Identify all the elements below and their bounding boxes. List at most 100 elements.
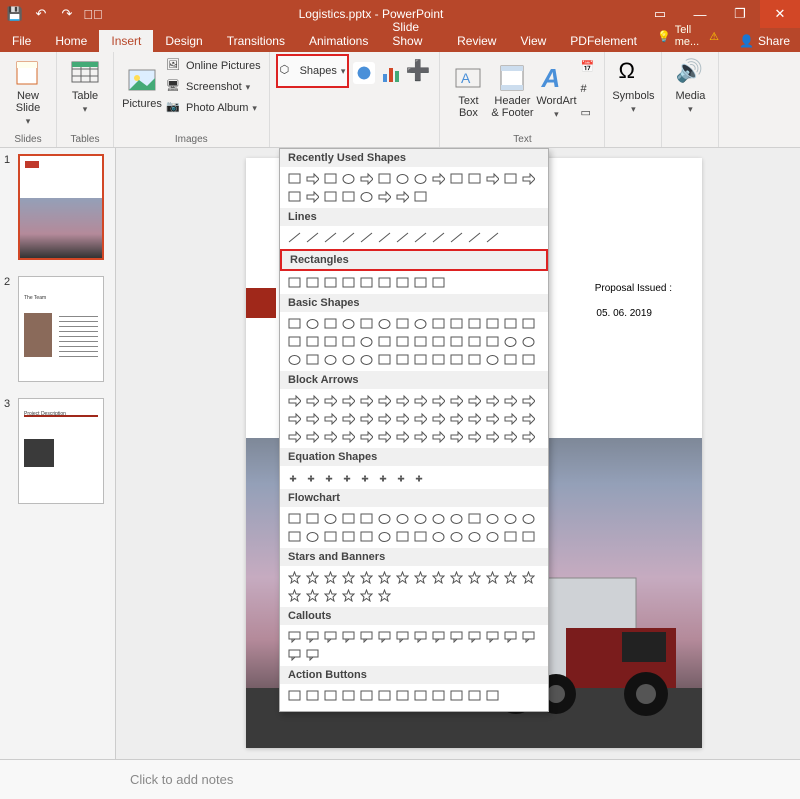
shape-item[interactable] xyxy=(322,392,339,409)
shape-item[interactable] xyxy=(412,687,429,704)
shape-item[interactable] xyxy=(448,315,465,332)
shape-item[interactable] xyxy=(430,392,447,409)
media-button[interactable]: 🔊Media▾ xyxy=(668,54,712,115)
smartart-button[interactable] xyxy=(351,54,377,88)
shape-item[interactable] xyxy=(502,428,519,445)
tab-animations[interactable]: Animations xyxy=(297,30,380,52)
shape-item[interactable] xyxy=(322,587,339,604)
shape-item[interactable] xyxy=(484,528,501,545)
shape-item[interactable] xyxy=(448,392,465,409)
shape-item[interactable] xyxy=(286,569,303,586)
shape-item[interactable]: ÷ xyxy=(286,469,303,486)
shape-item[interactable] xyxy=(394,410,411,427)
shape-item[interactable] xyxy=(484,351,501,368)
shape-item[interactable] xyxy=(286,646,303,663)
shape-item[interactable] xyxy=(304,392,321,409)
shape-item[interactable] xyxy=(412,569,429,586)
shape-item[interactable] xyxy=(340,351,357,368)
shape-item[interactable] xyxy=(394,229,411,246)
shape-item[interactable] xyxy=(358,687,375,704)
shape-item[interactable] xyxy=(358,428,375,445)
shape-item[interactable] xyxy=(430,333,447,350)
shape-item[interactable] xyxy=(376,170,393,187)
shape-item[interactable] xyxy=(412,351,429,368)
shape-item[interactable] xyxy=(466,687,483,704)
text-box-button[interactable]: AText Box xyxy=(446,54,490,124)
shape-item[interactable] xyxy=(502,628,519,645)
tab-review[interactable]: Review xyxy=(445,30,508,52)
shape-item[interactable] xyxy=(340,170,357,187)
shape-item[interactable] xyxy=(376,410,393,427)
shape-item[interactable] xyxy=(322,351,339,368)
shape-item[interactable] xyxy=(484,315,501,332)
tab-insert[interactable]: Insert xyxy=(99,30,153,52)
shape-item[interactable] xyxy=(340,510,357,527)
shape-item[interactable] xyxy=(502,351,519,368)
shape-item[interactable] xyxy=(376,428,393,445)
thumbnail-slide-2[interactable]: 2 The Team xyxy=(4,276,111,382)
start-from-beginning-icon[interactable]: ▷⃞ xyxy=(84,5,102,23)
tell-me-search[interactable]: 💡Tell me...⚠ xyxy=(649,20,733,52)
shape-item[interactable] xyxy=(394,510,411,527)
shape-item[interactable] xyxy=(448,229,465,246)
table-button[interactable]: Table ▾ xyxy=(63,54,107,115)
shape-item[interactable] xyxy=(286,315,303,332)
shape-item[interactable] xyxy=(376,569,393,586)
shape-item[interactable] xyxy=(358,587,375,604)
shape-item[interactable] xyxy=(502,528,519,545)
share-button[interactable]: 👤Share xyxy=(733,30,800,52)
shape-item[interactable] xyxy=(376,351,393,368)
shape-item[interactable] xyxy=(286,188,303,205)
shape-item[interactable] xyxy=(520,510,537,527)
shape-item[interactable] xyxy=(520,315,537,332)
wordart-button[interactable]: AWordArt▾ xyxy=(534,54,578,124)
shape-item[interactable] xyxy=(466,528,483,545)
shape-item[interactable] xyxy=(394,569,411,586)
shape-item[interactable] xyxy=(304,274,321,291)
undo-icon[interactable]: ↶ xyxy=(32,5,50,23)
shape-item[interactable] xyxy=(358,569,375,586)
shape-item[interactable] xyxy=(304,569,321,586)
screenshot-button[interactable]: 🖥Screenshot▾ xyxy=(164,77,263,97)
shape-item[interactable] xyxy=(430,274,447,291)
shape-item[interactable] xyxy=(358,510,375,527)
slide-canvas[interactable]: Proposal Issued : 05. 06. 2019 Recently … xyxy=(116,148,800,759)
shape-item[interactable] xyxy=(304,351,321,368)
shape-item[interactable] xyxy=(430,351,447,368)
shape-item[interactable] xyxy=(358,274,375,291)
redo-icon[interactable]: ↷ xyxy=(58,5,76,23)
shape-item[interactable] xyxy=(430,687,447,704)
shape-item[interactable] xyxy=(412,628,429,645)
shape-item[interactable] xyxy=(484,333,501,350)
shape-item[interactable] xyxy=(286,392,303,409)
shape-item[interactable] xyxy=(412,410,429,427)
shape-item[interactable] xyxy=(412,333,429,350)
tab-view[interactable]: View xyxy=(508,30,558,52)
shape-item[interactable] xyxy=(340,628,357,645)
tab-pdfelement[interactable]: PDFelement xyxy=(558,30,649,52)
close-icon[interactable]: ✕ xyxy=(760,0,800,28)
shape-item[interactable] xyxy=(394,392,411,409)
shape-item[interactable] xyxy=(340,569,357,586)
shape-item[interactable] xyxy=(394,333,411,350)
shape-item[interactable] xyxy=(340,392,357,409)
shape-item[interactable] xyxy=(358,351,375,368)
shape-item[interactable] xyxy=(340,410,357,427)
shape-item[interactable]: ÷ xyxy=(394,469,411,486)
shape-item[interactable] xyxy=(304,510,321,527)
shape-item[interactable] xyxy=(412,528,429,545)
shape-item[interactable] xyxy=(286,687,303,704)
online-pictures-button[interactable]: 🖼Online Pictures xyxy=(164,56,263,76)
shape-item[interactable] xyxy=(286,410,303,427)
shape-item[interactable] xyxy=(430,510,447,527)
addins-button[interactable]: ➕ xyxy=(407,54,433,88)
shape-item[interactable] xyxy=(322,410,339,427)
shape-item[interactable]: ÷ xyxy=(322,469,339,486)
shape-item[interactable] xyxy=(322,274,339,291)
shape-item[interactable] xyxy=(394,170,411,187)
shape-item[interactable] xyxy=(358,333,375,350)
shape-item[interactable] xyxy=(502,315,519,332)
shape-item[interactable] xyxy=(430,170,447,187)
shape-item[interactable] xyxy=(502,392,519,409)
shape-item[interactable] xyxy=(304,428,321,445)
